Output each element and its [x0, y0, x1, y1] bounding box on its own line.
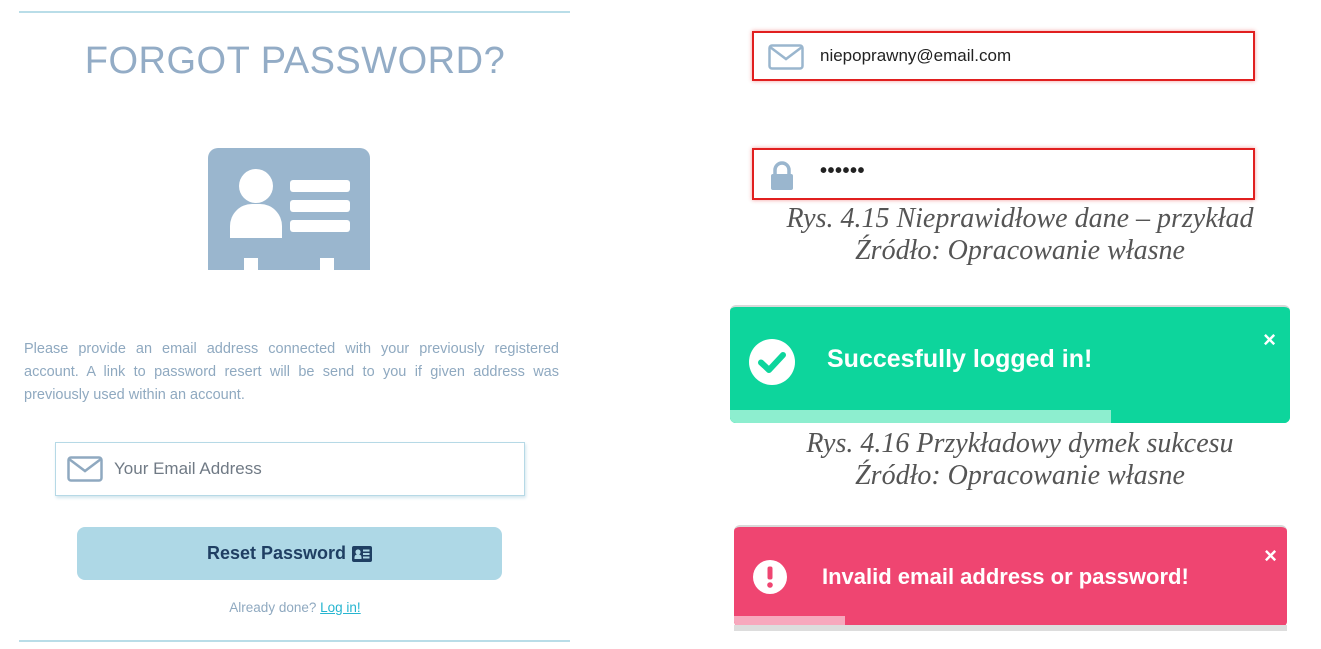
mail-icon — [768, 44, 804, 70]
success-message: Succesfully logged in! — [827, 345, 1093, 373]
invalid-email-field[interactable]: niepoprawny@email.com — [752, 31, 1255, 81]
forgot-password-panel: FORGOT PASSWORD? Please provide an email… — [0, 0, 590, 649]
caption-source: Źródło: Opracowanie własne — [855, 235, 1185, 266]
id-card-icon — [352, 546, 373, 562]
email-value: niepoprawny@email.com — [820, 46, 1012, 65]
bottom-divider — [19, 640, 570, 642]
close-icon[interactable]: × — [1264, 543, 1277, 569]
caption-source: Źródło: Opracowanie własne — [855, 460, 1185, 491]
mail-icon — [67, 456, 103, 482]
close-icon[interactable]: × — [1263, 327, 1276, 353]
toast-progress-bar — [730, 410, 1290, 423]
invalid-password-field[interactable]: •••••• — [752, 148, 1255, 200]
password-value: •••••• — [820, 160, 866, 182]
figure-caption-invalid: Rys. 4.15 Nieprawidłowe dane – przykład … — [725, 203, 1315, 267]
caption-title: Rys. 4.16 Przykładowy dymek sukcesu — [806, 428, 1234, 459]
email-field[interactable] — [55, 442, 525, 496]
success-toast: Succesfully logged in! × — [730, 305, 1290, 423]
cropped-background-strip — [734, 625, 1287, 631]
login-prompt: Already done? Log in! — [0, 600, 590, 615]
page-title: FORGOT PASSWORD? — [84, 40, 506, 82]
caption-title: Rys. 4.15 Nieprawidłowe dane – przykład — [786, 203, 1254, 234]
lock-icon — [771, 161, 793, 190]
login-link[interactable]: Log in! — [320, 600, 361, 615]
check-circle-icon — [749, 339, 795, 385]
reset-password-label: Reset Password — [206, 543, 347, 563]
error-message: Invalid email address or password! — [822, 564, 1189, 589]
email-input[interactable] — [114, 443, 514, 495]
reset-password-button[interactable]: Reset Password — [77, 527, 502, 580]
figure-caption-success: Rys. 4.16 Przykładowy dymek sukcesu Źród… — [725, 428, 1315, 492]
instructions-text: Please provide an email address connecte… — [24, 341, 559, 403]
alert-circle-icon — [753, 560, 787, 594]
error-toast: Invalid email address or password! × — [734, 525, 1287, 627]
toast-progress-fill — [730, 410, 1111, 423]
top-divider — [19, 11, 570, 13]
id-card-icon — [208, 148, 370, 270]
already-done-text: Already done? — [229, 600, 317, 615]
